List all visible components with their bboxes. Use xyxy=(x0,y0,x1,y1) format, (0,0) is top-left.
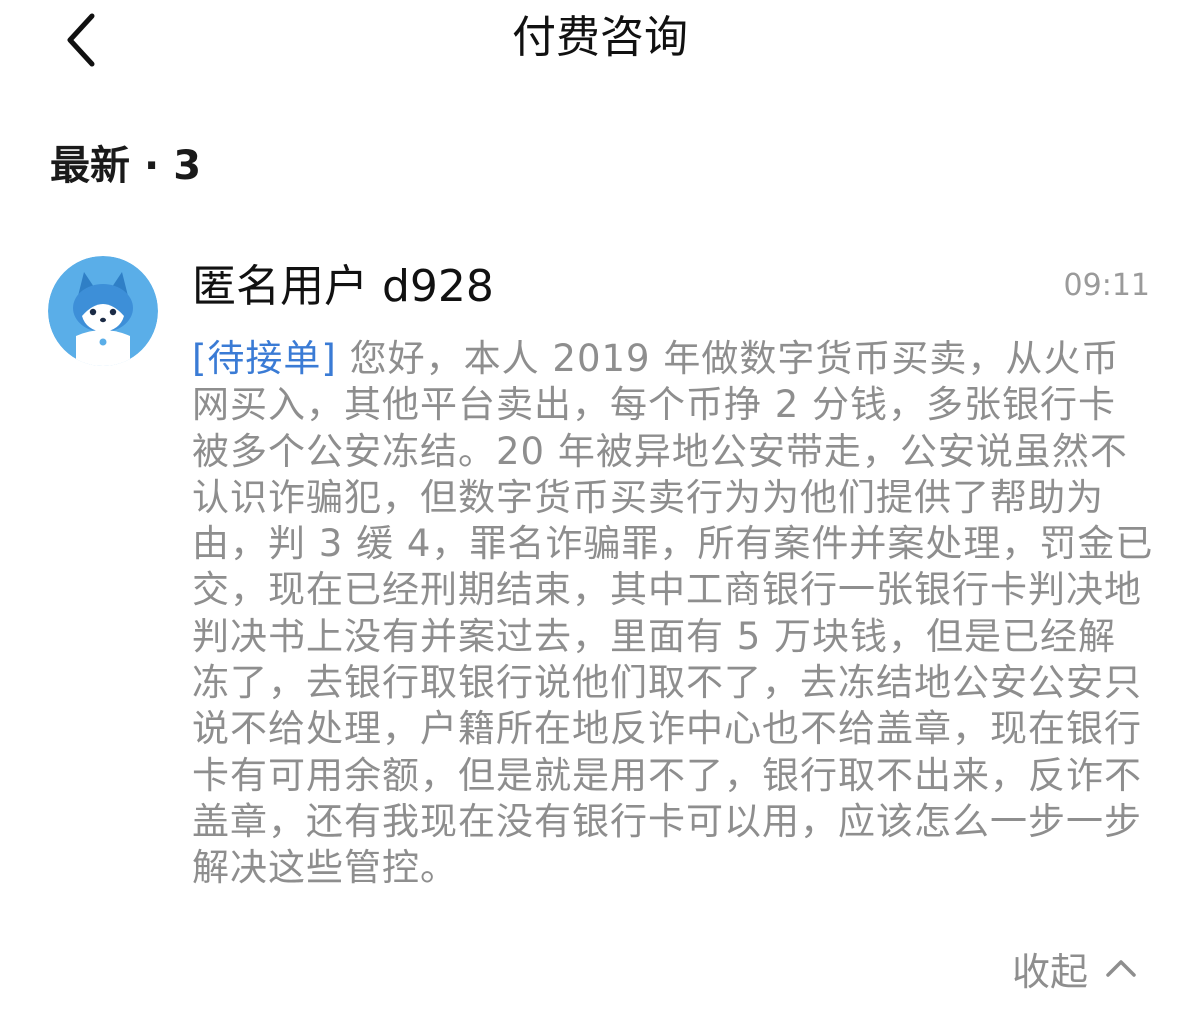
collapse-button[interactable]: 收起 xyxy=(1012,940,1138,996)
section-count: 3 xyxy=(173,143,202,189)
status-tag: [待接单] xyxy=(192,337,337,380)
username: 匿名用户 d928 xyxy=(192,261,494,312)
page-title: 付费咨询 xyxy=(512,12,688,63)
post-timestamp: 09:11 xyxy=(1063,268,1150,303)
chevron-up-icon xyxy=(1106,960,1136,977)
message-body: [待接单] 您好，本人 2019 年做数字货币买卖，从火币网买入，其他平台卖出，… xyxy=(192,336,1154,892)
avatar[interactable] xyxy=(48,256,158,366)
top-nav-bar: 付费咨询 xyxy=(0,0,1200,90)
message-text: 您好，本人 2019 年做数字货币买卖，从火币网买入，其他平台卖出，每个币挣 2… xyxy=(192,337,1154,890)
section-label: 最新 xyxy=(50,143,130,189)
husky-dog-avatar-icon xyxy=(48,256,158,366)
collapse-label: 收起 xyxy=(1011,949,1088,994)
section-separator: · xyxy=(144,143,160,189)
section-heading: 最新 · 3 xyxy=(50,138,201,194)
